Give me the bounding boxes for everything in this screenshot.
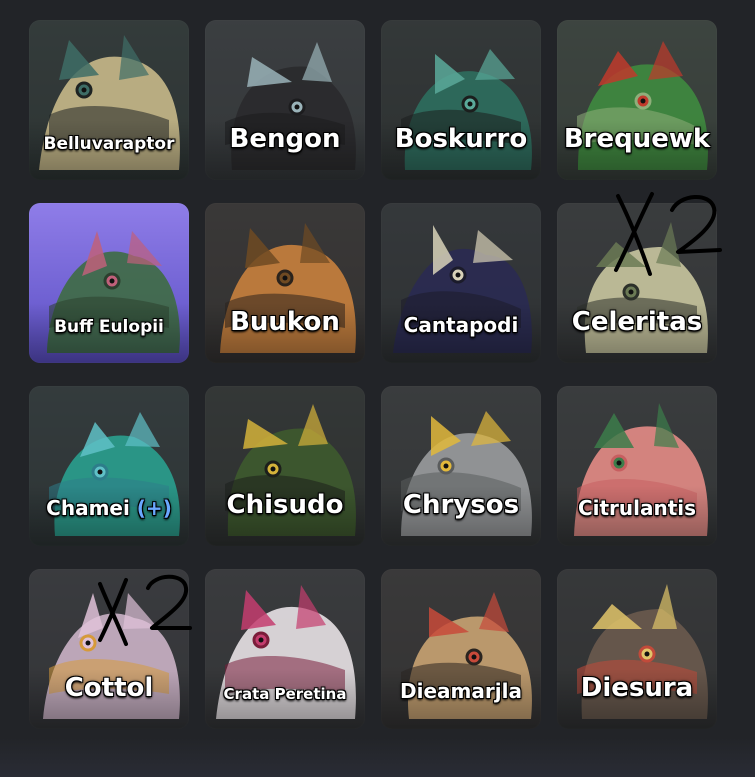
- creature-name-label: Dieamarjla: [381, 679, 541, 703]
- creature-name-label: Cantapodi: [381, 313, 541, 337]
- creature-card-citrulantis[interactable]: Citrulantis: [557, 386, 717, 546]
- creature-name: Buukon: [230, 307, 340, 337]
- creature-card-buff-eulopii[interactable]: Buff Eulopii: [29, 203, 189, 363]
- creature-card-dieamarjla[interactable]: Dieamarjla: [381, 569, 541, 729]
- creature-name: Dieamarjla: [400, 679, 522, 703]
- creature-name: Diesura: [580, 673, 694, 703]
- plus-badge: (+): [129, 496, 172, 520]
- creature-card-chrysos[interactable]: Chrysos: [381, 386, 541, 546]
- creature-name-label: Chisudo: [205, 490, 365, 520]
- creature-name: Cantapodi: [403, 313, 519, 337]
- creature-card-cantapodi[interactable]: Cantapodi: [381, 203, 541, 363]
- creature-name: Celeritas: [571, 307, 703, 337]
- creature-card-diesura[interactable]: Diesura: [557, 569, 717, 729]
- creature-name-label: Celeritas: [557, 307, 717, 337]
- creature-card-brequewk[interactable]: Brequewk: [557, 20, 717, 180]
- bottom-edge: [0, 737, 755, 777]
- creature-name: Buff Eulopii: [54, 317, 164, 337]
- creature-name: Boskurro: [394, 124, 528, 154]
- creature-card-buukon[interactable]: Buukon: [205, 203, 365, 363]
- creature-name: Citrulantis: [577, 496, 697, 520]
- creature-name-label: Diesura: [557, 673, 717, 703]
- creature-grid: Belluvaraptor Bengon Boskurro Brequewk Buff …: [0, 0, 755, 777]
- creature-card-chamei[interactable]: Chamei (+): [29, 386, 189, 546]
- creature-card-bengon[interactable]: Bengon: [205, 20, 365, 180]
- creature-name: Cottol: [64, 673, 154, 703]
- creature-name: Crata Peretina: [223, 685, 347, 703]
- creature-card-crata-peretina[interactable]: Crata Peretina: [205, 569, 365, 729]
- creature-name-label: Citrulantis: [557, 496, 717, 520]
- creature-card-belluvaraptor[interactable]: Belluvaraptor: [29, 20, 189, 180]
- creature-name-label: Belluvaraptor: [29, 134, 189, 154]
- creature-card-cottol[interactable]: Cottol: [29, 569, 189, 729]
- creature-name-label: Cottol: [29, 673, 189, 703]
- creature-name-label: Boskurro: [381, 124, 541, 154]
- creature-name-label: Chrysos: [381, 490, 541, 520]
- creature-name: Chisudo: [226, 490, 344, 520]
- creature-name: Chrysos: [402, 490, 520, 520]
- creature-name-label: Brequewk: [557, 124, 717, 154]
- creature-card-chisudo[interactable]: Chisudo: [205, 386, 365, 546]
- creature-name-label: Buff Eulopii: [29, 317, 189, 337]
- creature-card-celeritas[interactable]: Celeritas: [557, 203, 717, 363]
- creature-name: Brequewk: [563, 124, 711, 154]
- creature-name: Bengon: [229, 124, 341, 154]
- creature-name-label: Crata Peretina: [205, 685, 365, 703]
- creature-card-boskurro[interactable]: Boskurro: [381, 20, 541, 180]
- creature-name-label: Bengon: [205, 124, 365, 154]
- creature-name: Belluvaraptor: [43, 134, 175, 154]
- creature-name-label: Buukon: [205, 307, 365, 337]
- creature-name-label: Chamei (+): [29, 496, 189, 520]
- creature-name: Chamei: [46, 496, 130, 520]
